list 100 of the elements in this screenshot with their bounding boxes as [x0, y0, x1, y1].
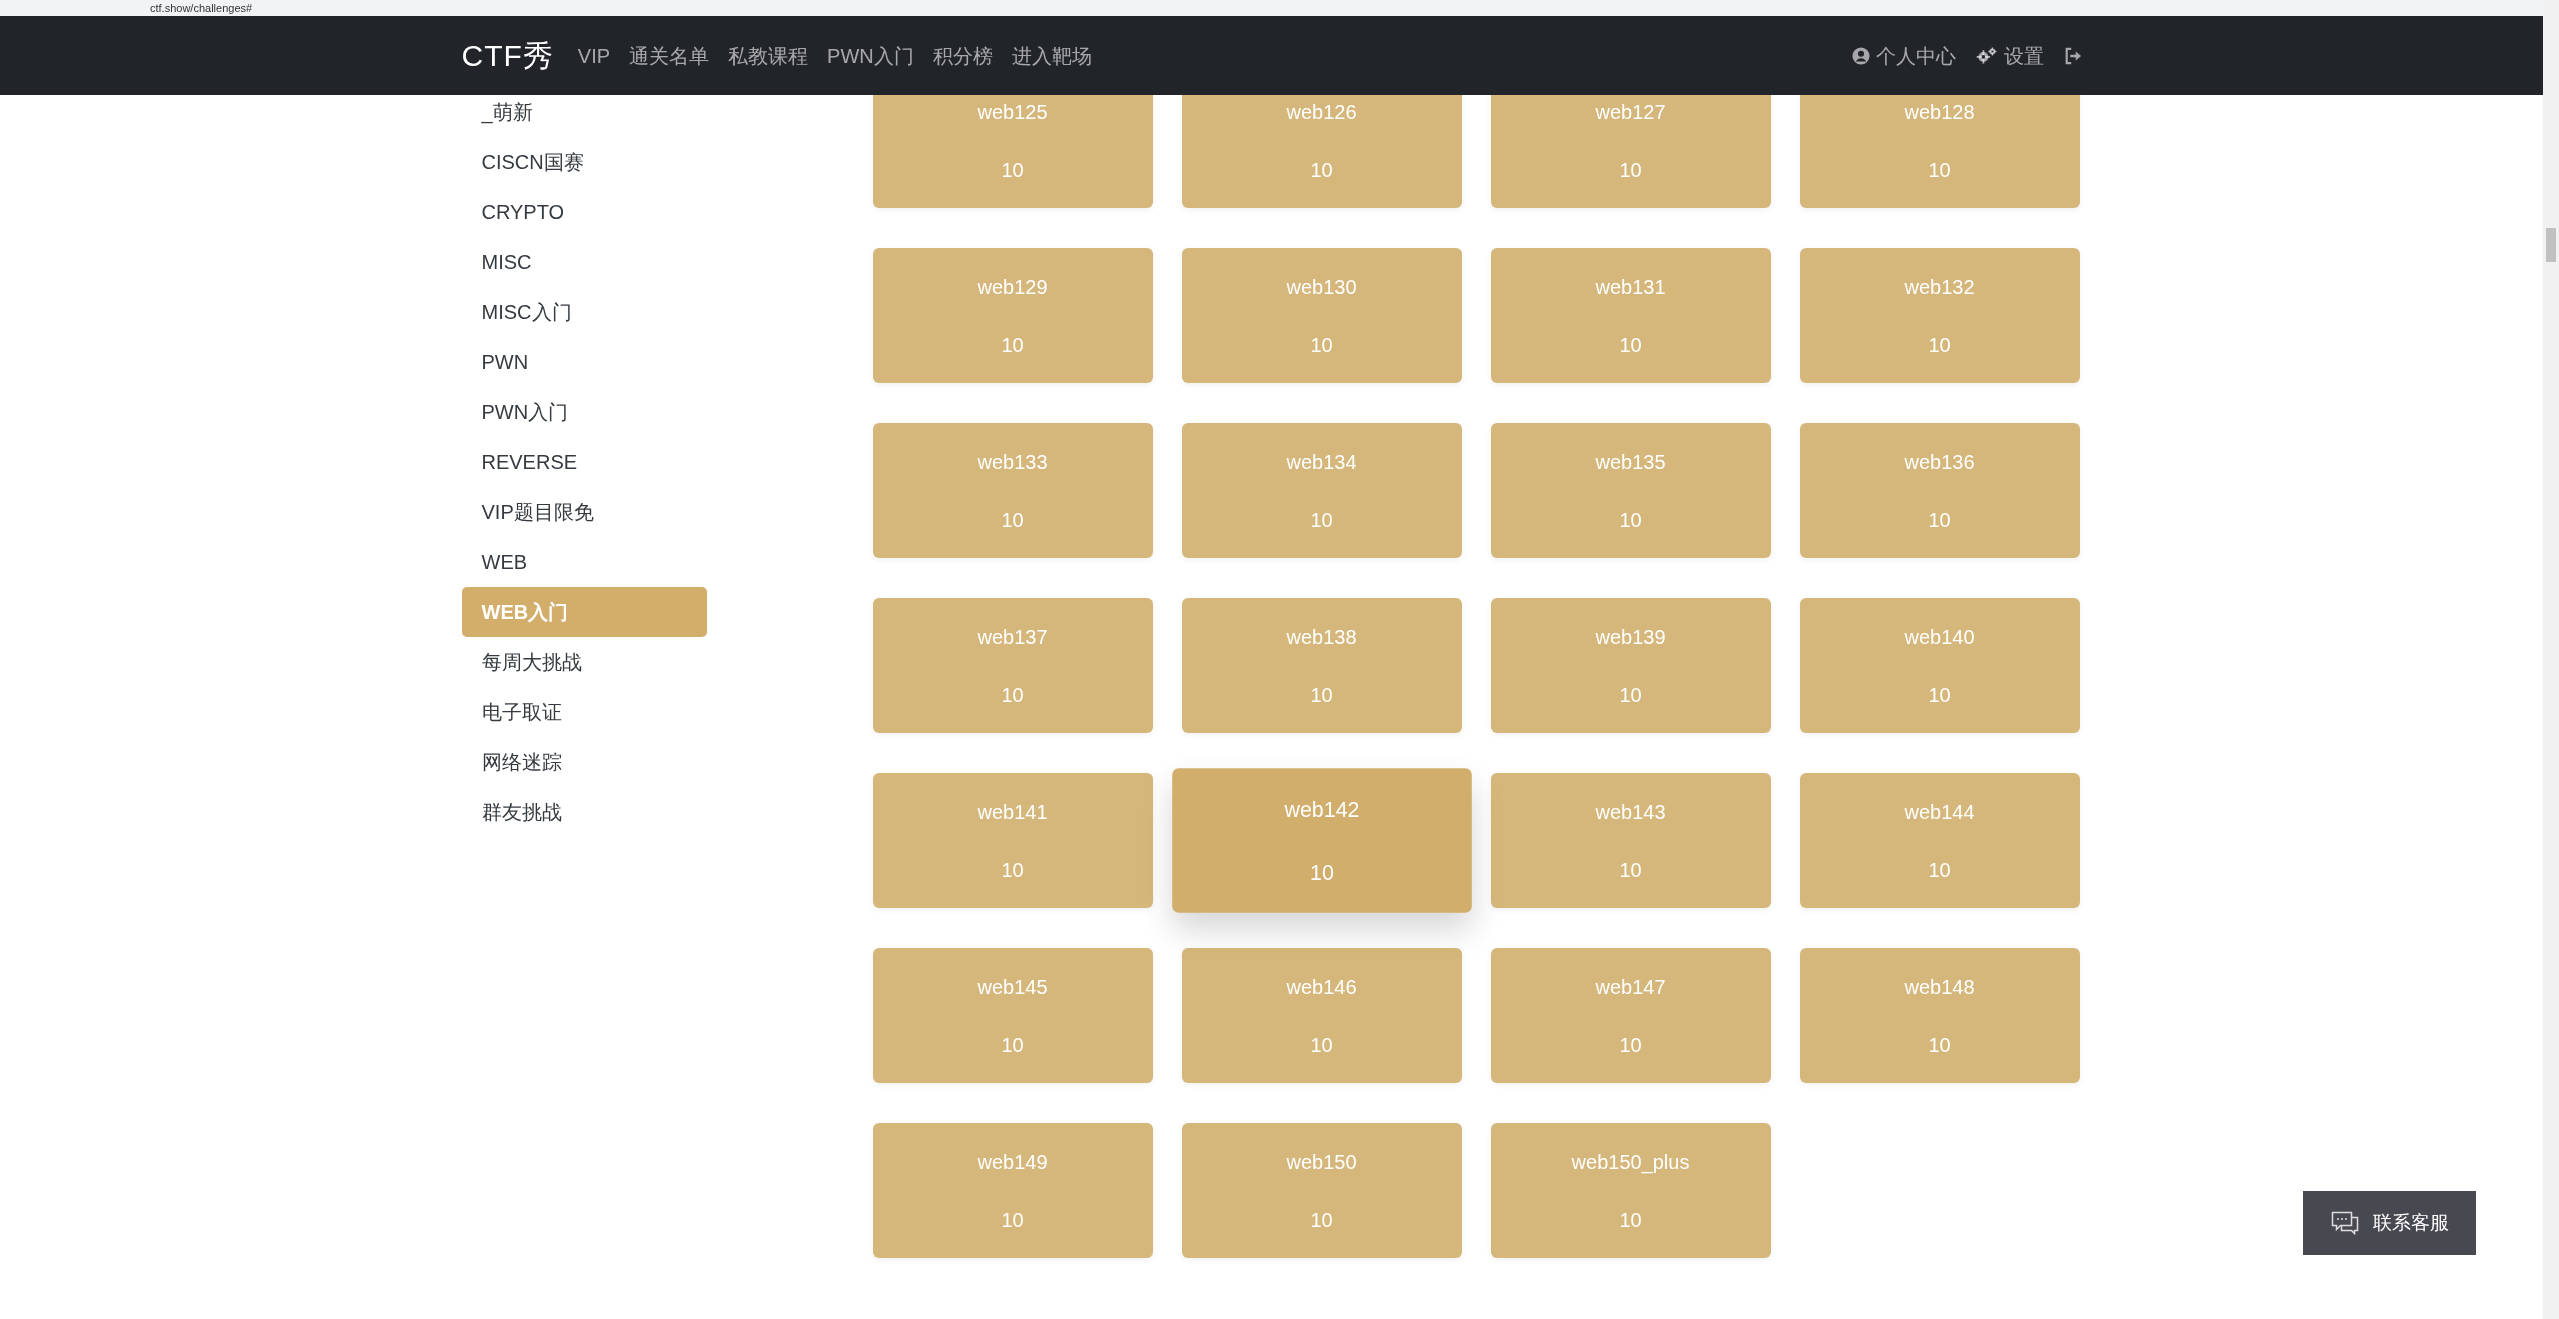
challenge-name: web133	[977, 449, 1048, 475]
nav-link[interactable]: PWN入门	[827, 40, 914, 71]
challenge-name: web138	[1286, 624, 1357, 650]
challenge-points: 10	[1001, 332, 1024, 358]
challenge-card[interactable]: web140 10	[1799, 598, 2080, 733]
challenge-card[interactable]: web126 10	[1181, 95, 1462, 208]
nav-link[interactable]: 设置	[1975, 40, 2044, 71]
challenge-name: web145	[977, 974, 1048, 1000]
nav-link[interactable]: 个人中心	[1851, 40, 1956, 71]
challenge-points: 10	[1310, 1207, 1333, 1233]
challenge-name: web130	[1286, 274, 1357, 300]
challenge-points: 10	[1619, 682, 1642, 708]
category-item[interactable]: PWN	[461, 337, 707, 387]
challenge-name: web125	[977, 99, 1048, 125]
challenge-card[interactable]: web143 10	[1490, 773, 1771, 908]
challenge-name: web150_plus	[1571, 1149, 1690, 1176]
category-item[interactable]: REVERSE	[461, 437, 707, 487]
challenge-name: web135	[1595, 449, 1666, 475]
challenge-points: 10	[1310, 332, 1333, 358]
challenge-name: web141	[977, 799, 1048, 825]
contact-support-button[interactable]: 联系客服	[2303, 1191, 2476, 1255]
challenge-name: web150	[1286, 1149, 1357, 1175]
address-bar-url[interactable]: ctf.show/challenges#	[150, 1, 253, 15]
category-item[interactable]: _萌新	[461, 95, 707, 137]
challenge-card[interactable]: web131 10	[1490, 248, 1771, 383]
challenge-name: web128	[1904, 99, 1975, 125]
challenge-card[interactable]: web128 10	[1799, 95, 2080, 208]
challenge-card[interactable]: web150 10	[1181, 1123, 1462, 1258]
challenge-points: 10	[1619, 1207, 1642, 1233]
challenge-name: web127	[1595, 99, 1666, 125]
challenge-card[interactable]: web134 10	[1181, 423, 1462, 558]
challenge-points: 10	[1001, 157, 1024, 183]
challenge-card[interactable]: web141 10	[872, 773, 1153, 908]
gears-icon	[1975, 46, 1998, 65]
challenge-name: web139	[1595, 624, 1666, 650]
challenge-points: 10	[1310, 1032, 1333, 1058]
challenge-card[interactable]: web148 10	[1799, 948, 2080, 1083]
challenge-card[interactable]: web127 10	[1490, 95, 1771, 208]
category-item[interactable]: CRYPTO	[461, 187, 707, 237]
chat-icon	[2330, 1211, 2359, 1235]
challenge-card[interactable]: web138 10	[1181, 598, 1462, 733]
category-item[interactable]: MISC入门	[461, 287, 707, 337]
category-item[interactable]: 网络迷踪	[461, 737, 707, 787]
challenge-name: web132	[1904, 274, 1975, 300]
challenge-card[interactable]: web150_plus 10	[1490, 1123, 1771, 1258]
challenge-card[interactable]: web147 10	[1490, 948, 1771, 1083]
category-item[interactable]: 群友挑战	[461, 787, 707, 837]
challenge-card[interactable]: web130 10	[1181, 248, 1462, 383]
logout-link[interactable]	[2063, 46, 2082, 65]
challenge-points: 10	[1310, 157, 1333, 183]
challenge-points: 10	[1619, 857, 1642, 883]
challenge-card[interactable]: web145 10	[872, 948, 1153, 1083]
category-item[interactable]: WEB	[461, 537, 707, 587]
challenge-card[interactable]: web146 10	[1181, 948, 1462, 1083]
category-item[interactable]: VIP题目限免	[461, 487, 707, 537]
challenge-name: web134	[1286, 449, 1357, 475]
challenge-card[interactable]: web133 10	[872, 423, 1153, 558]
challenge-name: web148	[1904, 974, 1975, 1000]
challenge-points: 10	[1619, 332, 1642, 358]
challenge-points: 10	[1928, 682, 1951, 708]
category-item[interactable]: WEB入门	[461, 587, 707, 637]
scrollbar[interactable]	[2543, 0, 2559, 1319]
logout-icon	[2063, 46, 2082, 65]
challenge-name: web137	[977, 624, 1048, 650]
challenge-points: 10	[1928, 157, 1951, 183]
challenge-card[interactable]: web125 10	[872, 95, 1153, 208]
challenge-points: 10	[1001, 857, 1024, 883]
challenge-points: 10	[1619, 157, 1642, 183]
category-item[interactable]: PWN入门	[461, 387, 707, 437]
challenge-card[interactable]: web135 10	[1490, 423, 1771, 558]
challenge-name: web147	[1595, 974, 1666, 1000]
challenge-card[interactable]: web132 10	[1799, 248, 2080, 383]
nav-link[interactable]: 进入靶场	[1011, 40, 1092, 71]
challenge-name: web149	[977, 1149, 1048, 1175]
challenge-points: 10	[1001, 682, 1024, 708]
challenge-card[interactable]: web139 10	[1490, 598, 1771, 733]
challenge-name: web140	[1904, 624, 1975, 650]
challenge-name: web142	[1284, 796, 1359, 824]
challenge-card[interactable]: web142 10	[1171, 768, 1472, 913]
challenge-points: 10	[1310, 682, 1333, 708]
challenge-name: web144	[1904, 799, 1975, 825]
challenge-card[interactable]: web136 10	[1799, 423, 2080, 558]
challenge-card[interactable]: web149 10	[872, 1123, 1153, 1258]
site-logo[interactable]: CTF秀	[461, 33, 554, 78]
category-item[interactable]: 电子取证	[461, 687, 707, 737]
category-item[interactable]: CISCN国赛	[461, 137, 707, 187]
challenge-card[interactable]: web144 10	[1799, 773, 2080, 908]
category-item[interactable]: MISC	[461, 237, 707, 287]
nav-link[interactable]: VIP	[577, 40, 611, 71]
nav-link[interactable]: 私教课程	[728, 40, 809, 71]
challenge-points: 10	[1310, 507, 1333, 533]
challenge-card[interactable]: web129 10	[872, 248, 1153, 383]
challenge-points: 10	[1928, 857, 1951, 883]
challenge-points: 10	[1928, 507, 1951, 533]
challenge-card[interactable]: web137 10	[872, 598, 1153, 733]
category-item[interactable]: 每周大挑战	[461, 637, 707, 687]
nav-link[interactable]: 积分榜	[932, 40, 993, 71]
nav-link[interactable]: 通关名单	[629, 40, 710, 71]
challenge-points: 10	[1928, 1032, 1951, 1058]
challenge-name: web126	[1286, 99, 1357, 125]
